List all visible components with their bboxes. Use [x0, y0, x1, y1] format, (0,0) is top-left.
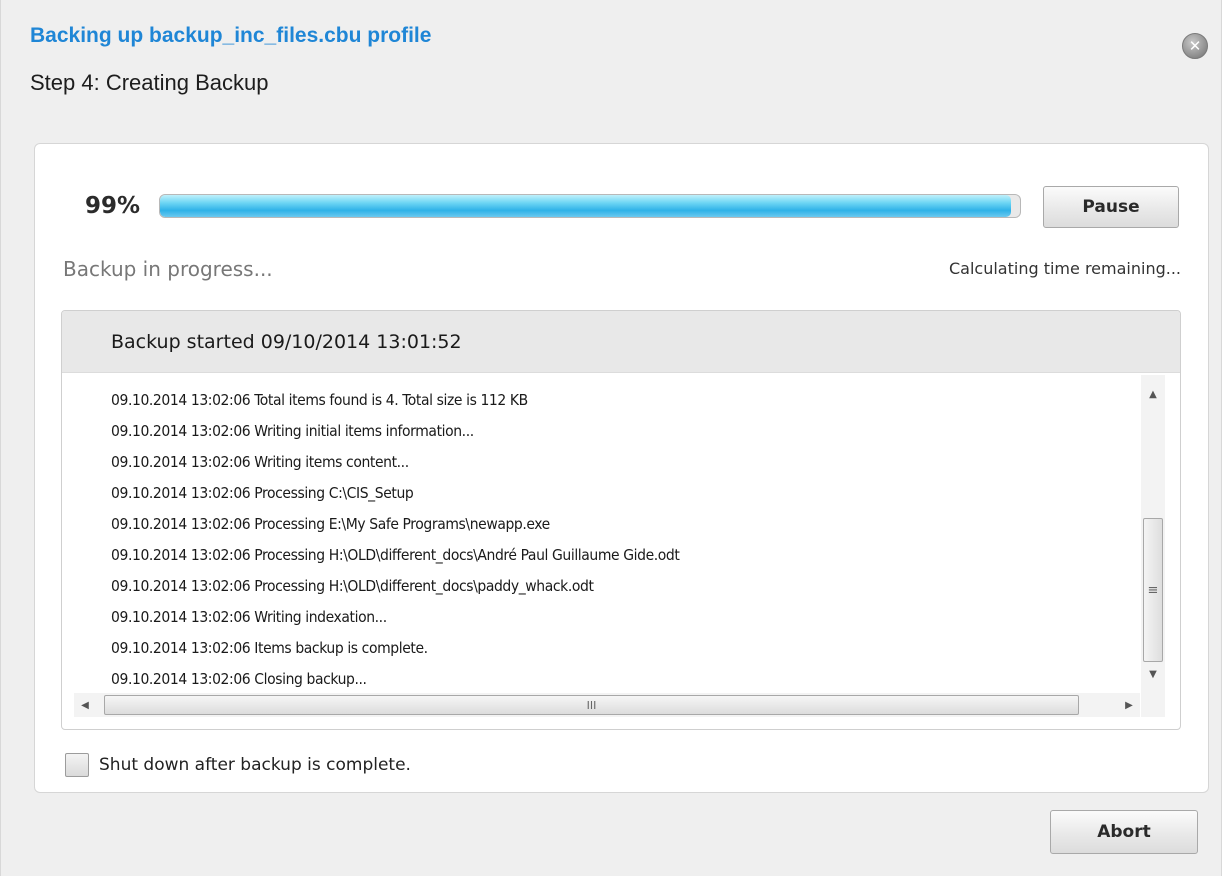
horizontal-scroll-thumb[interactable]: III	[104, 695, 1079, 715]
progress-bar	[159, 194, 1021, 218]
log-line: 09.10.2014 13:02:06 Closing backup...	[111, 670, 367, 688]
scroll-left-arrow-icon[interactable]: ◀	[74, 693, 96, 717]
backup-dialog: Backing up backup_inc_files.cbu profile …	[0, 0, 1222, 876]
progress-percent: 99%	[85, 193, 141, 219]
log-line: 09.10.2014 13:02:06 Total items found is…	[111, 391, 528, 409]
shutdown-checkbox[interactable]	[65, 753, 89, 777]
log-line: 09.10.2014 13:02:06 Writing items conten…	[111, 453, 409, 471]
progress-bar-fill	[160, 195, 1012, 217]
log-line: 09.10.2014 13:02:06 Items backup is comp…	[111, 639, 428, 657]
log-line: 09.10.2014 13:02:06 Writing indexation..…	[111, 608, 387, 626]
close-icon[interactable]: ✕	[1182, 33, 1208, 59]
scroll-up-arrow-icon[interactable]: ▲	[1141, 383, 1165, 405]
vertical-scrollbar[interactable]: ▲ ≡ ▼	[1141, 375, 1165, 693]
log-line: 09.10.2014 13:02:06 Processing H:\OLD\di…	[111, 577, 594, 595]
vertical-scroll-thumb[interactable]: ≡	[1143, 518, 1163, 662]
horizontal-scrollbar[interactable]: ◀ III ▶	[74, 693, 1140, 717]
pause-button[interactable]: Pause	[1043, 186, 1179, 228]
time-remaining: Calculating time remaining...	[949, 259, 1181, 278]
abort-button[interactable]: Abort	[1050, 810, 1198, 854]
dialog-title: Backing up backup_inc_files.cbu profile	[30, 24, 432, 47]
shutdown-label[interactable]: Shut down after backup is complete.	[99, 755, 411, 775]
scroll-down-arrow-icon[interactable]: ▼	[1141, 663, 1165, 685]
log-panel: Backup started 09/10/2014 13:01:52 09.10…	[61, 310, 1181, 730]
log-line: 09.10.2014 13:02:06 Processing H:\OLD\di…	[111, 546, 680, 564]
log-list: 09.10.2014 13:02:06 Total items found is…	[111, 385, 1131, 695]
step-label: Step 4: Creating Backup	[30, 70, 269, 95]
log-header: Backup started 09/10/2014 13:01:52	[62, 311, 1180, 373]
scroll-corner	[1141, 693, 1165, 717]
log-line: 09.10.2014 13:02:06 Writing initial item…	[111, 422, 474, 440]
log-line: 09.10.2014 13:02:06 Processing E:\My Saf…	[111, 515, 550, 533]
backup-status: Backup in progress...	[63, 257, 273, 281]
log-line: 09.10.2014 13:02:06 Processing C:\CIS_Se…	[111, 484, 414, 502]
scroll-right-arrow-icon[interactable]: ▶	[1118, 693, 1140, 717]
